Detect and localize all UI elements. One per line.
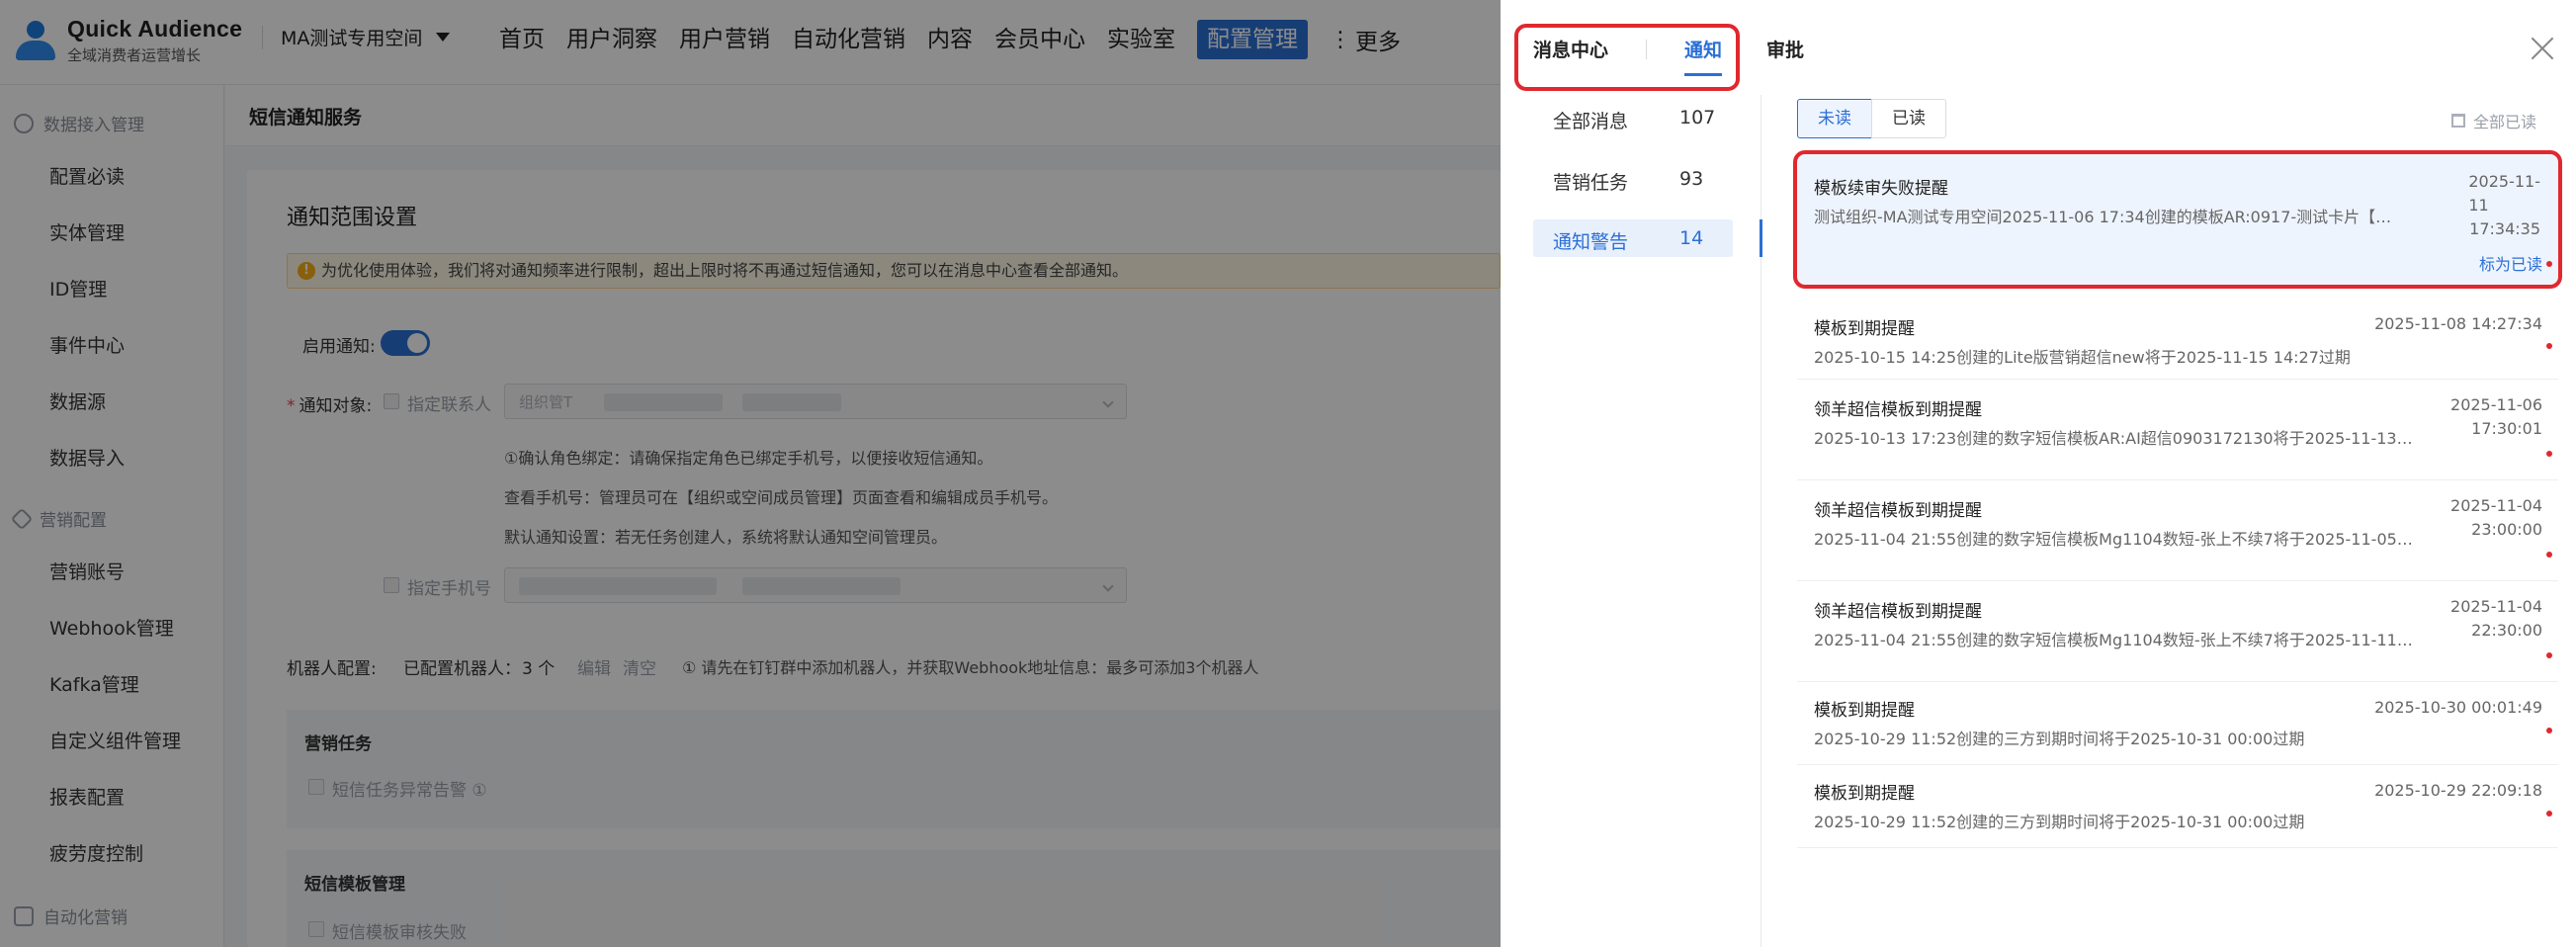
message-item[interactable]: 领羊超信模板到期提醒 2025-10-13 17:23创建的数字短信模板AR:A… xyxy=(1797,380,2558,480)
message-time: 2025-11-04 22:30:00 xyxy=(2450,597,2542,640)
message-item[interactable]: 领羊超信模板到期提醒 2025-11-04 21:55创建的数字短信模板Mg11… xyxy=(1797,480,2558,581)
message-time: 2025-11-08 14:27:34 xyxy=(2374,314,2542,333)
mark-read-link[interactable]: 标为已读 xyxy=(2479,251,2542,275)
category-label: 通知警告 xyxy=(1553,231,1629,253)
unread-dot xyxy=(2546,728,2552,733)
unread-dot xyxy=(2546,652,2552,658)
mark-all-read-label: 全部已读 xyxy=(2473,113,2537,131)
message-time: 2025-11- 11 17:34:35 xyxy=(2468,172,2540,238)
tab-divider xyxy=(1646,40,1647,59)
category-marketing-task[interactable]: 营销任务 93 xyxy=(1533,160,1733,198)
filter-read-button[interactable]: 已读 xyxy=(1871,99,1946,138)
message-desc: 测试组织-MA测试专用空间2025-11-06 17:34创建的模板AR:091… xyxy=(1814,208,2407,226)
category-label: 全部消息 xyxy=(1553,111,1629,132)
active-category-indicator xyxy=(1760,219,1762,257)
message-title: 模板到期提醒 xyxy=(1814,701,1915,721)
message-desc: 2025-10-29 11:52创建的三方到期时间将于2025-10-31 00… xyxy=(1814,813,2305,831)
mark-all-read-button[interactable]: 全部已读 xyxy=(2451,109,2536,132)
message-desc: 2025-11-04 21:55创建的数字短信模板Mg1104数短-张上不续7将… xyxy=(1814,530,2417,549)
clear-all-icon xyxy=(2451,114,2465,128)
message-title: 领羊超信模板到期提醒 xyxy=(1814,501,1982,521)
category-label: 营销任务 xyxy=(1553,172,1629,194)
tab-message-center[interactable]: 消息中心 xyxy=(1533,36,1608,62)
category-notify-warning[interactable]: 通知警告 14 xyxy=(1533,219,1733,257)
unread-dot xyxy=(2546,451,2552,457)
message-title: 领羊超信模板到期提醒 xyxy=(1814,602,1982,622)
message-center-drawer: 消息中心 通知 审批 全部消息 107 营销任务 93 通知警告 14 未读 已… xyxy=(1501,0,2576,947)
message-desc: 2025-10-13 17:23创建的数字短信模板AR:AI超信09031721… xyxy=(1814,429,2417,448)
message-desc: 2025-10-15 14:25创建的Lite版营销超信new将于2025-11… xyxy=(1814,348,2351,367)
active-tab-underline xyxy=(1684,73,1722,76)
message-desc: 2025-11-04 21:55创建的数字短信模板Mg1104数短-张上不续7将… xyxy=(1814,631,2417,649)
tab-approve[interactable]: 审批 xyxy=(1766,36,1804,62)
category-count: 107 xyxy=(1679,107,1716,129)
tab-notify[interactable]: 通知 xyxy=(1684,36,1722,62)
drawer-tabs: 消息中心 通知 审批 xyxy=(1501,0,2576,95)
message-time: 2025-11-06 17:30:01 xyxy=(2450,395,2542,438)
close-icon[interactable] xyxy=(2530,36,2555,61)
message-item[interactable]: 领羊超信模板到期提醒 2025-11-04 21:55创建的数字短信模板Mg11… xyxy=(1797,581,2558,682)
unread-dot xyxy=(2546,343,2552,349)
unread-dot xyxy=(2546,261,2552,267)
message-title: 模板到期提醒 xyxy=(1814,784,1915,804)
category-all-messages[interactable]: 全部消息 107 xyxy=(1533,99,1733,136)
message-desc: 2025-10-29 11:52创建的三方到期时间将于2025-10-31 00… xyxy=(1814,730,2305,748)
message-time: 2025-11-04 23:00:00 xyxy=(2450,496,2542,539)
message-time: 2025-10-29 22:09:18 xyxy=(2374,781,2542,800)
unread-dot xyxy=(2546,811,2552,817)
message-title: 模板到期提醒 xyxy=(1814,319,1915,339)
category-list: 全部消息 107 营销任务 93 通知警告 14 xyxy=(1501,95,1761,947)
category-count: 93 xyxy=(1679,168,1704,190)
unread-dot xyxy=(2546,552,2552,558)
message-item[interactable]: 模板续审失败提醒 测试组织-MA测试专用空间2025-11-06 17:34创建… xyxy=(1797,154,2558,289)
message-item[interactable]: 模板到期提醒 2025-10-29 11:52创建的三方到期时间将于2025-1… xyxy=(1797,765,2558,848)
modal-overlay[interactable] xyxy=(0,0,1501,947)
message-title: 模板续审失败提醒 xyxy=(1814,179,1948,199)
filter-unread-button[interactable]: 未读 xyxy=(1797,99,1872,138)
message-time: 2025-10-30 00:01:49 xyxy=(2374,698,2542,717)
message-item[interactable]: 模板到期提醒 2025-10-29 11:52创建的三方到期时间将于2025-1… xyxy=(1797,682,2558,765)
message-title: 领羊超信模板到期提醒 xyxy=(1814,400,1982,420)
category-count: 14 xyxy=(1679,227,1704,249)
message-item[interactable]: 模板到期提醒 2025-10-15 14:25创建的Lite版营销超信new将于… xyxy=(1797,297,2558,380)
